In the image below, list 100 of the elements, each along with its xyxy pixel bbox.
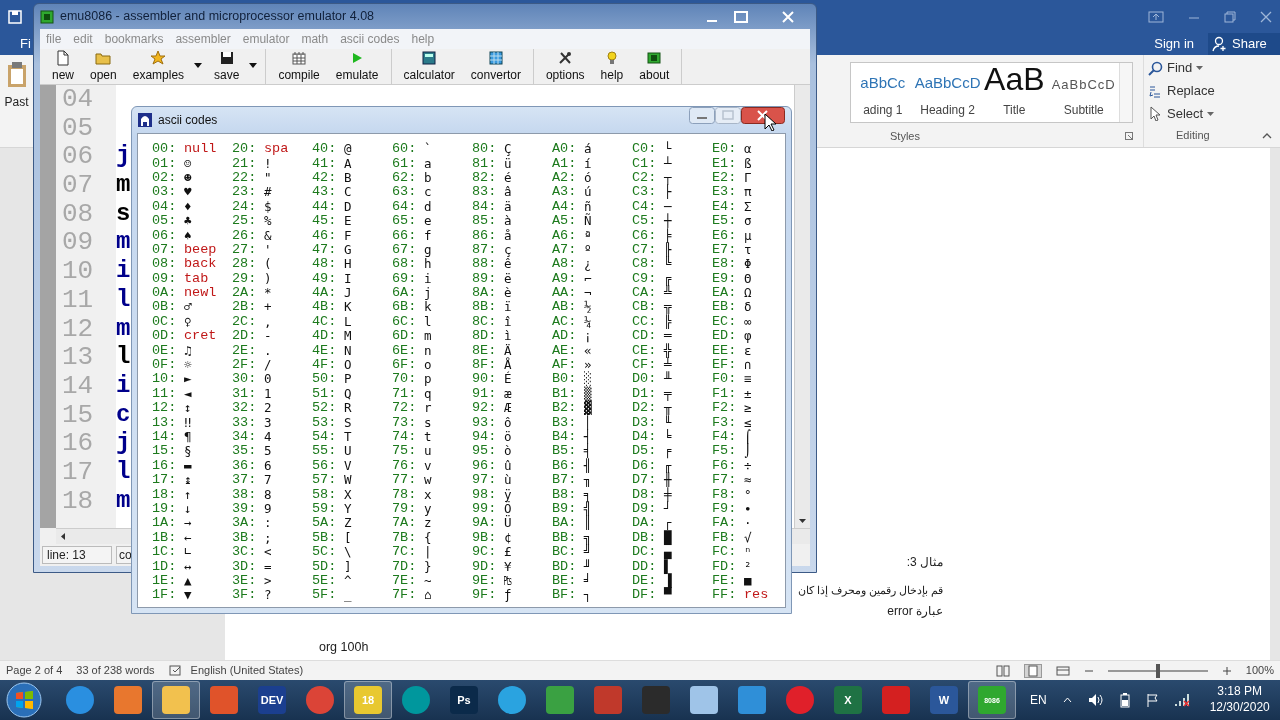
zoom-in-icon[interactable] (1221, 665, 1232, 676)
toolbar-button[interactable]: calculator (395, 49, 463, 84)
style-item[interactable]: AaBbCcD Subtitle (1048, 63, 1120, 123)
ascii-symbol: d (424, 199, 432, 214)
ascii-symbol: ( (264, 257, 272, 272)
word-count[interactable]: 33 of 238 words (76, 662, 155, 679)
star-icon (150, 49, 167, 66)
select-button[interactable]: Select (1148, 104, 1223, 124)
style-item[interactable]: AaB Title (980, 63, 1049, 123)
gallery-scrollbar[interactable] (1119, 63, 1132, 123)
style-item[interactable]: AaBbCcD Heading 2 (914, 63, 981, 123)
ascii-code: 89: (472, 271, 498, 286)
taskbar-button[interactable]: DEV (248, 681, 296, 719)
paste-label[interactable]: Past (4, 93, 29, 111)
speaker-icon[interactable] (1087, 693, 1104, 707)
ascii-code: 4D: (312, 329, 338, 344)
ascii-code: AF: (552, 358, 578, 373)
toolbar-button[interactable]: new (44, 49, 82, 84)
toolbar-button[interactable]: about (631, 49, 678, 84)
web-layout-icon[interactable] (1055, 664, 1070, 677)
ascii-symbol: P (344, 372, 352, 387)
control-name: tab (184, 271, 209, 286)
toolbar-button[interactable]: convertor (462, 49, 529, 84)
language-label[interactable]: English (United States) (190, 662, 304, 679)
style-item[interactable]: aBbCc ading 1 (851, 63, 915, 123)
close-icon[interactable] (1260, 10, 1272, 23)
replace-button[interactable]: Replace (1148, 81, 1223, 101)
code-text: l (116, 343, 131, 371)
vertical-scrollbar[interactable] (794, 85, 810, 528)
ascii-code: C6: (632, 228, 658, 243)
ascii-symbol: ₧ (504, 573, 512, 588)
clock-date[interactable]: 12/30/2020 (1209, 700, 1270, 716)
ascii-code: 45: (312, 214, 338, 229)
window-title: emu8086 - assembler and microprocessor emulator 4.08 (60, 8, 375, 26)
toolbar-button[interactable]: open (82, 49, 125, 84)
clock-time[interactable]: 3:18 PM (1217, 684, 1263, 700)
toolbar-button[interactable]: examples (124, 49, 207, 84)
paragraph: قم بإدخال رقمين ومحرف إذا كان (798, 583, 943, 599)
taskbar-button[interactable]: X (824, 681, 872, 719)
minimize-button[interactable] (689, 107, 715, 124)
calculator-icon (421, 49, 438, 66)
find-button[interactable]: Find (1148, 58, 1223, 78)
proofing-icon[interactable] (168, 664, 183, 677)
ascii-symbol: É (504, 372, 512, 387)
ascii-symbol: ¬ (584, 286, 592, 301)
file-tab[interactable]: Fi (20, 34, 31, 54)
read-mode-icon[interactable] (995, 664, 1010, 677)
ascii-code: B8: (552, 487, 578, 502)
ascii-symbol: √ (744, 530, 752, 545)
ascii-symbol: Γ (744, 170, 752, 185)
share-button[interactable]: Share (1208, 33, 1280, 55)
ascii-code: C5: (632, 214, 658, 229)
network-icon[interactable] (1173, 693, 1190, 707)
restore-icon[interactable] (1224, 10, 1236, 23)
toolbar-button[interactable]: emulate (327, 49, 387, 84)
ascii-symbol: Φ (744, 257, 752, 272)
ascii-code: 6B: (392, 300, 418, 315)
print-layout-icon[interactable] (1023, 663, 1042, 678)
toolbar-button[interactable]: options (537, 49, 593, 84)
ascii-symbol: ☻ (184, 170, 192, 185)
start-button[interactable] (4, 680, 44, 720)
ascii-code: 93: (472, 415, 498, 430)
toolbar-button[interactable]: help (592, 49, 632, 84)
ascii-code: C4: (632, 199, 658, 214)
slider-thumb[interactable] (1155, 663, 1160, 678)
ascii-code: EC: (712, 314, 738, 329)
close-button[interactable] (741, 107, 785, 124)
save-icon[interactable] (8, 9, 22, 24)
caret-icon[interactable] (249, 63, 258, 68)
ascii-code: A9: (552, 271, 578, 286)
battery-icon[interactable] (1119, 692, 1130, 708)
ascii-symbol: Ä (504, 343, 512, 358)
show-hidden-icons-icon[interactable] (1062, 697, 1072, 703)
taskbar-button[interactable]: W (920, 681, 968, 719)
toolbar-button[interactable]: compile (270, 49, 328, 84)
ascii-code: D7: (632, 473, 658, 488)
code-text: i (116, 371, 131, 399)
status-field: line: 13 (42, 546, 112, 564)
page-count[interactable]: Page 2 of 4 (6, 662, 63, 679)
ascii-symbol: > (264, 573, 272, 588)
toolbar-button[interactable]: save (206, 49, 262, 84)
taskbar-button[interactable] (152, 681, 200, 719)
ascii-code: 99: (472, 501, 498, 516)
clipboard-icon[interactable] (5, 61, 28, 89)
ascii-symbol: 1 (264, 386, 272, 401)
ribbon-display-icon[interactable] (1148, 10, 1164, 23)
ascii-symbol: ê (504, 257, 512, 272)
language-indicator[interactable]: EN (1030, 691, 1047, 709)
zoom-level[interactable]: 100% (1245, 662, 1274, 679)
ascii-symbol: ∩ (744, 358, 752, 373)
flag-icon[interactable] (1145, 693, 1158, 707)
ascii-code: 21: (232, 156, 258, 171)
sign-in-link[interactable]: Sign in (1154, 34, 1194, 54)
maximize-icon[interactable] (734, 10, 748, 23)
ascii-symbol: µ (744, 228, 752, 243)
caret-icon[interactable] (194, 63, 203, 68)
collapse-ribbon-icon[interactable] (1262, 133, 1272, 139)
ascii-symbol: 6 (264, 458, 272, 473)
dialog-launcher-icon[interactable] (1125, 132, 1133, 141)
taskbar-button[interactable]: Ps (440, 681, 488, 719)
